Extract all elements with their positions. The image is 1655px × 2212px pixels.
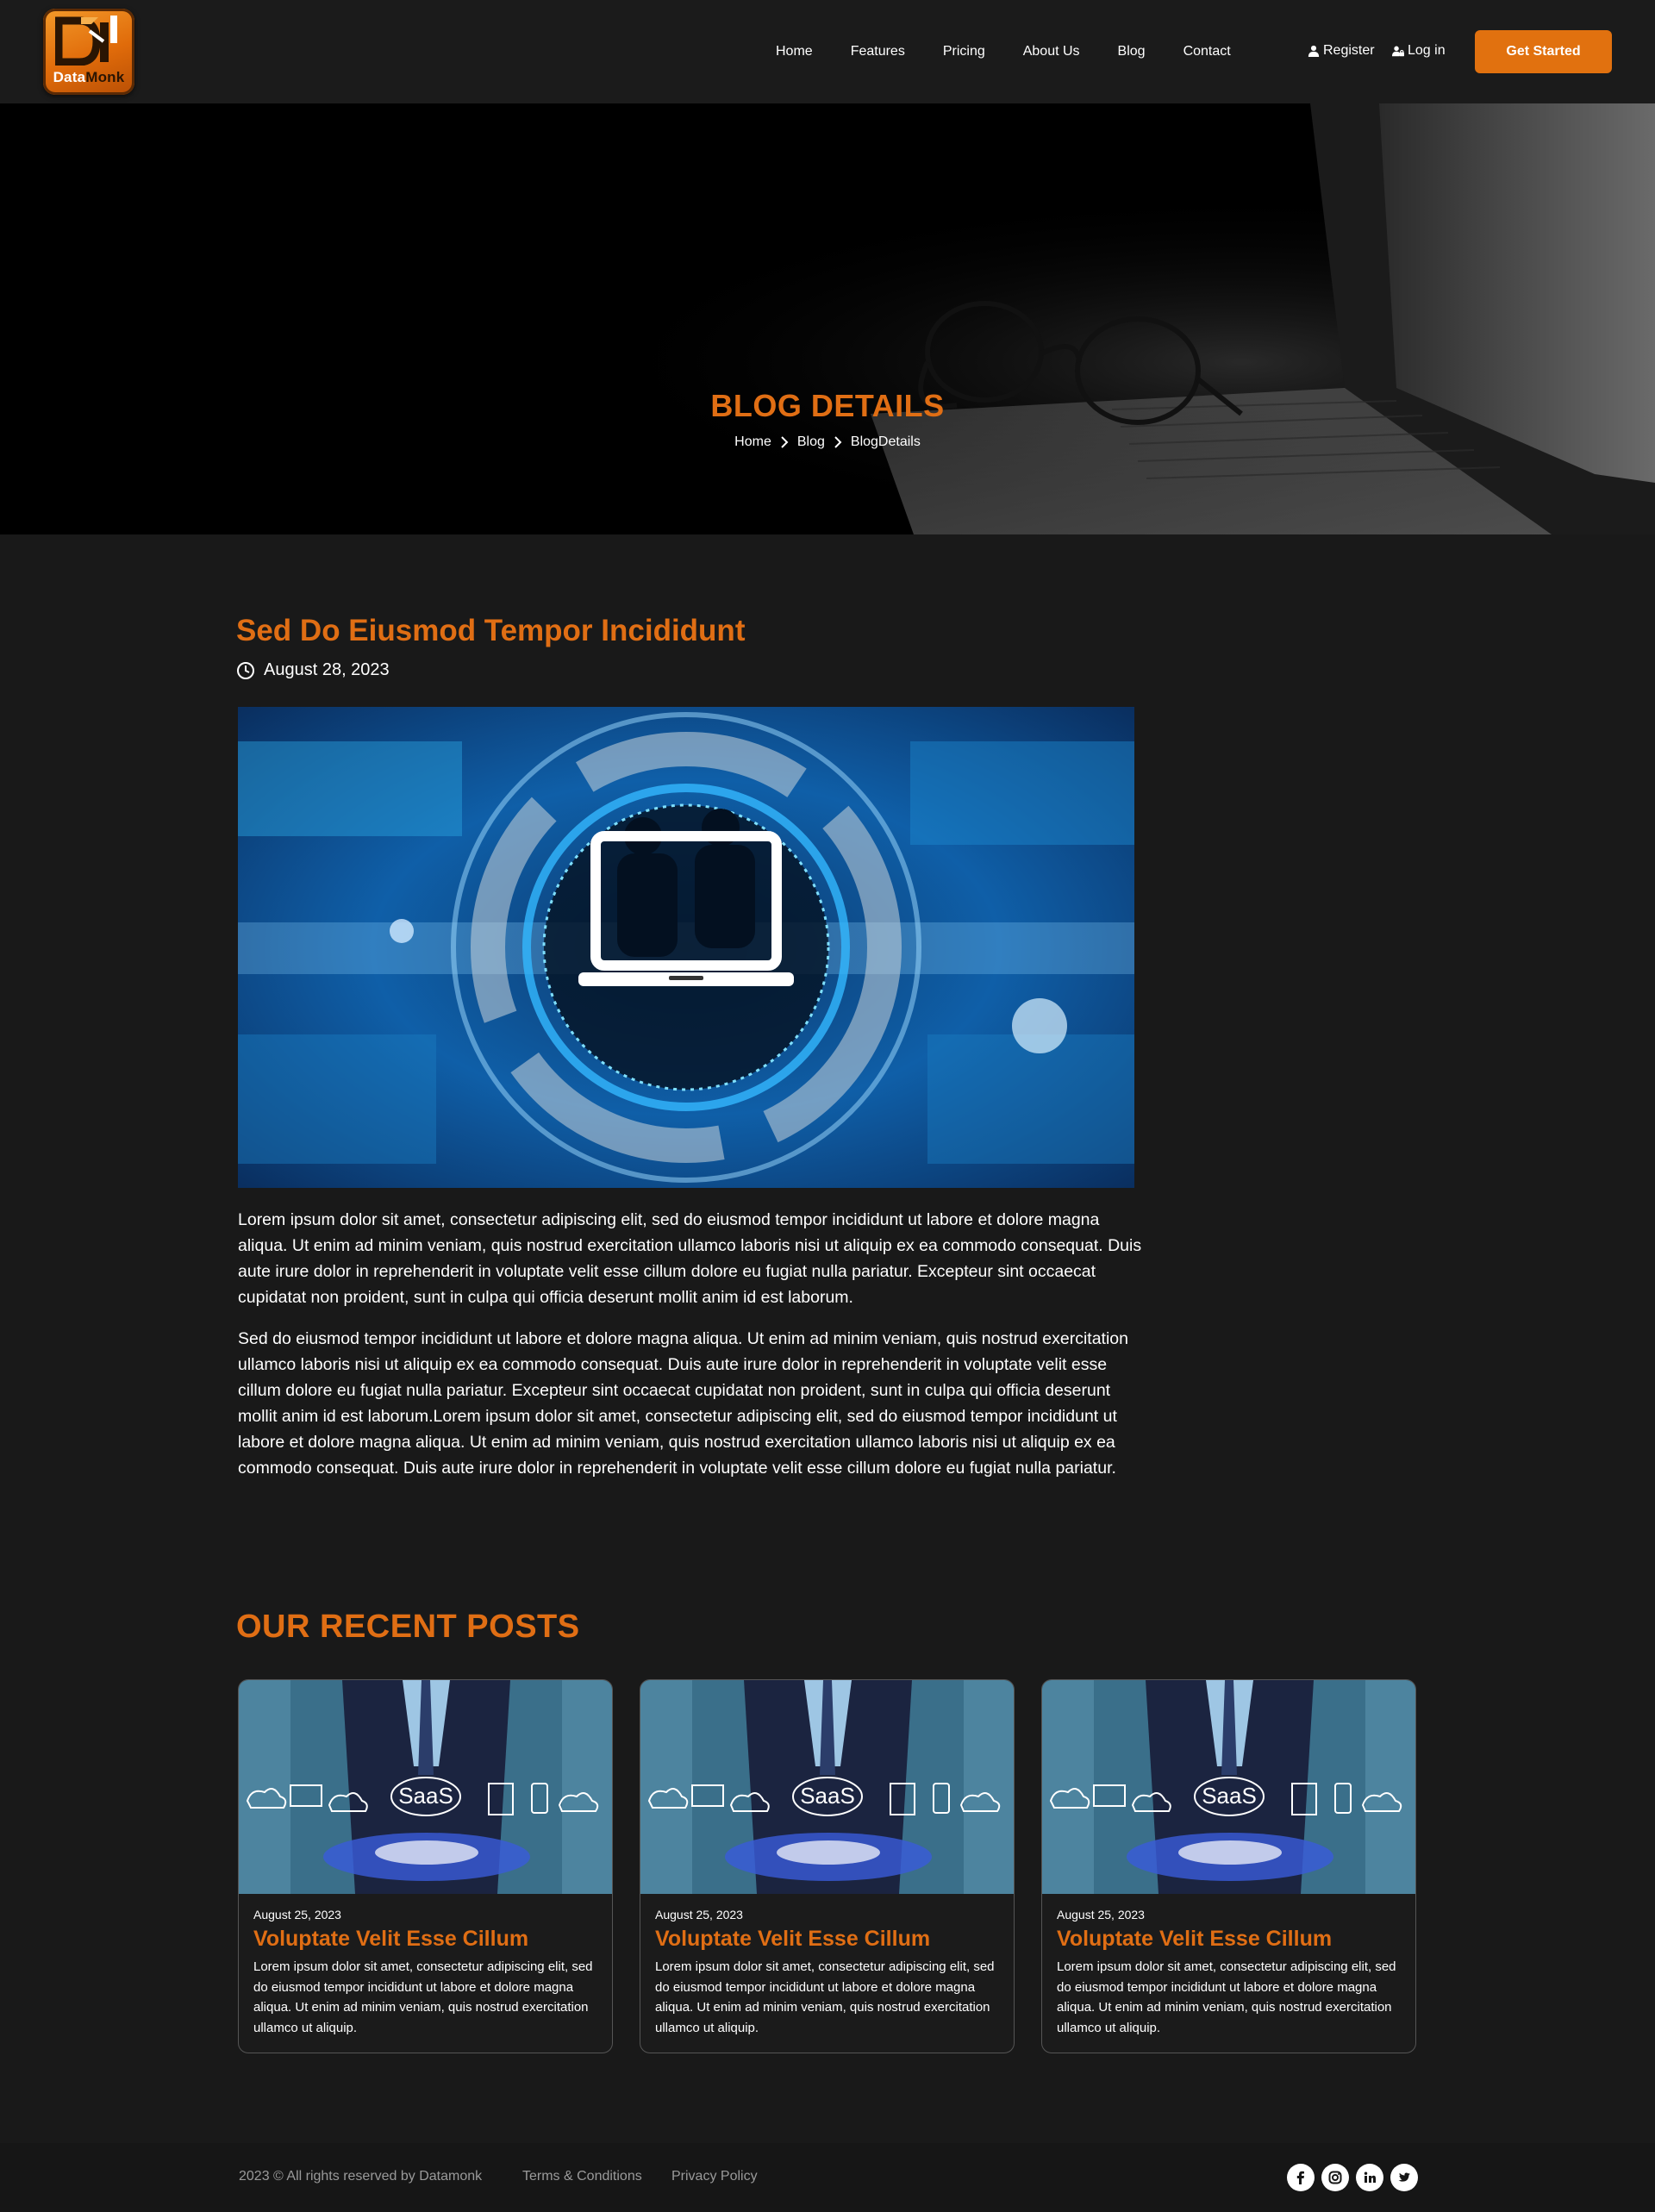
recent-posts-title: OUR RECENT POSTS bbox=[236, 1609, 580, 1645]
linkedin-icon[interactable] bbox=[1356, 2164, 1383, 2191]
card-date: August 25, 2023 bbox=[655, 1908, 743, 1921]
card-excerpt: Lorem ipsum dolor sit amet, consectetur … bbox=[1057, 1959, 1396, 2035]
card-body: August 25, 2023 Voluptate Velit Esse Cil… bbox=[640, 1894, 1014, 2038]
datamonk-logo[interactable]: DataMonk bbox=[43, 9, 134, 95]
get-started-button[interactable]: Get Started bbox=[1475, 30, 1612, 73]
saas-caption: SaaS bbox=[1202, 1783, 1257, 1809]
recent-posts-list: SaaS August 25, 2023 Voluptate Velit Ess… bbox=[238, 1679, 1416, 2053]
card-body: August 25, 2023 Voluptate Velit Esse Cil… bbox=[239, 1894, 612, 2038]
nav-pricing[interactable]: Pricing bbox=[943, 44, 985, 59]
card-title[interactable]: Voluptate Velit Esse Cillum bbox=[253, 1927, 598, 1952]
page-title: BLOG DETAILS bbox=[710, 388, 945, 423]
terms-link[interactable]: Terms & Conditions bbox=[522, 2169, 642, 2184]
tech-laptop-illustration bbox=[238, 707, 1134, 1188]
register-label: Register bbox=[1323, 43, 1375, 58]
card-body: August 25, 2023 Voluptate Velit Esse Cil… bbox=[1042, 1894, 1415, 2038]
nav-about-us[interactable]: About Us bbox=[1023, 44, 1080, 59]
saas-card-image: SaaS bbox=[1042, 1680, 1415, 1894]
breadcrumb-blog[interactable]: Blog bbox=[797, 434, 825, 450]
recent-post-card[interactable]: SaaS August 25, 2023 Voluptate Velit Ess… bbox=[1041, 1679, 1416, 2053]
breadcrumb-home[interactable]: Home bbox=[734, 434, 771, 450]
card-date: August 25, 2023 bbox=[253, 1908, 341, 1921]
twitter-icon[interactable] bbox=[1390, 2164, 1418, 2191]
logo-mark-icon bbox=[55, 16, 117, 66]
facebook-icon[interactable] bbox=[1287, 2164, 1315, 2191]
chevron-right-icon bbox=[780, 436, 789, 448]
navbar: DataMonk Home Features Pricing About Us … bbox=[0, 0, 1655, 103]
nav-blog[interactable]: Blog bbox=[1118, 44, 1146, 59]
main-nav: Home Features Pricing About Us Blog Cont… bbox=[776, 0, 1269, 103]
hero-banner: BLOG DETAILS Home Blog BlogDetails bbox=[0, 103, 1655, 534]
login-link[interactable]: Log in bbox=[1392, 43, 1446, 59]
instagram-icon[interactable] bbox=[1321, 2164, 1349, 2191]
user-lock-icon bbox=[1392, 46, 1404, 57]
breadcrumb-current: BlogDetails bbox=[850, 434, 921, 449]
breadcrumb: Home Blog BlogDetails bbox=[0, 434, 1655, 450]
user-icon bbox=[1308, 45, 1320, 57]
post-date-text: August 28, 2023 bbox=[264, 660, 390, 679]
post-hero-image bbox=[238, 707, 1134, 1188]
card-excerpt: Lorem ipsum dolor sit amet, consectetur … bbox=[253, 1959, 593, 2035]
card-title[interactable]: Voluptate Velit Esse Cillum bbox=[655, 1927, 1000, 1952]
login-label: Log in bbox=[1408, 43, 1446, 58]
card-excerpt: Lorem ipsum dolor sit amet, consectetur … bbox=[655, 1959, 995, 2035]
nav-home[interactable]: Home bbox=[776, 44, 813, 59]
clock-icon bbox=[237, 661, 254, 679]
recent-post-card[interactable]: SaaS August 25, 2023 Voluptate Velit Ess… bbox=[238, 1679, 613, 2053]
saas-caption: SaaS bbox=[398, 1783, 453, 1809]
card-date: August 25, 2023 bbox=[1057, 1908, 1145, 1921]
footer: 2023 © All rights reserved by Datamonk T… bbox=[0, 2143, 1655, 2212]
saas-card-image: SaaS bbox=[239, 1680, 612, 1894]
saas-caption: SaaS bbox=[800, 1783, 855, 1809]
post-paragraph: Lorem ipsum dolor sit amet, consectetur … bbox=[238, 1210, 1142, 1307]
privacy-link[interactable]: Privacy Policy bbox=[671, 2169, 758, 2184]
saas-card-image: SaaS bbox=[640, 1680, 1014, 1894]
card-title[interactable]: Voluptate Velit Esse Cillum bbox=[1057, 1927, 1402, 1952]
recent-post-card[interactable]: SaaS August 25, 2023 Voluptate Velit Ess… bbox=[640, 1679, 1015, 2053]
copyright-text: 2023 © All rights reserved by Datamonk bbox=[239, 2169, 483, 2184]
laptop-background-image bbox=[0, 103, 1655, 534]
register-link[interactable]: Register bbox=[1308, 43, 1375, 59]
post-content: Lorem ipsum dolor sit amet, consectetur … bbox=[238, 1207, 1146, 1497]
nav-features[interactable]: Features bbox=[851, 44, 905, 59]
nav-contact[interactable]: Contact bbox=[1183, 44, 1231, 59]
post-title: Sed Do Eiusmod Tempor Incididunt bbox=[236, 614, 746, 647]
post-date: August 28, 2023 bbox=[236, 660, 390, 680]
logo-text: DataMonk bbox=[53, 69, 125, 85]
chevron-right-icon bbox=[834, 436, 842, 448]
post-paragraph: Sed do eiusmod tempor incididunt ut labo… bbox=[238, 1329, 1128, 1478]
